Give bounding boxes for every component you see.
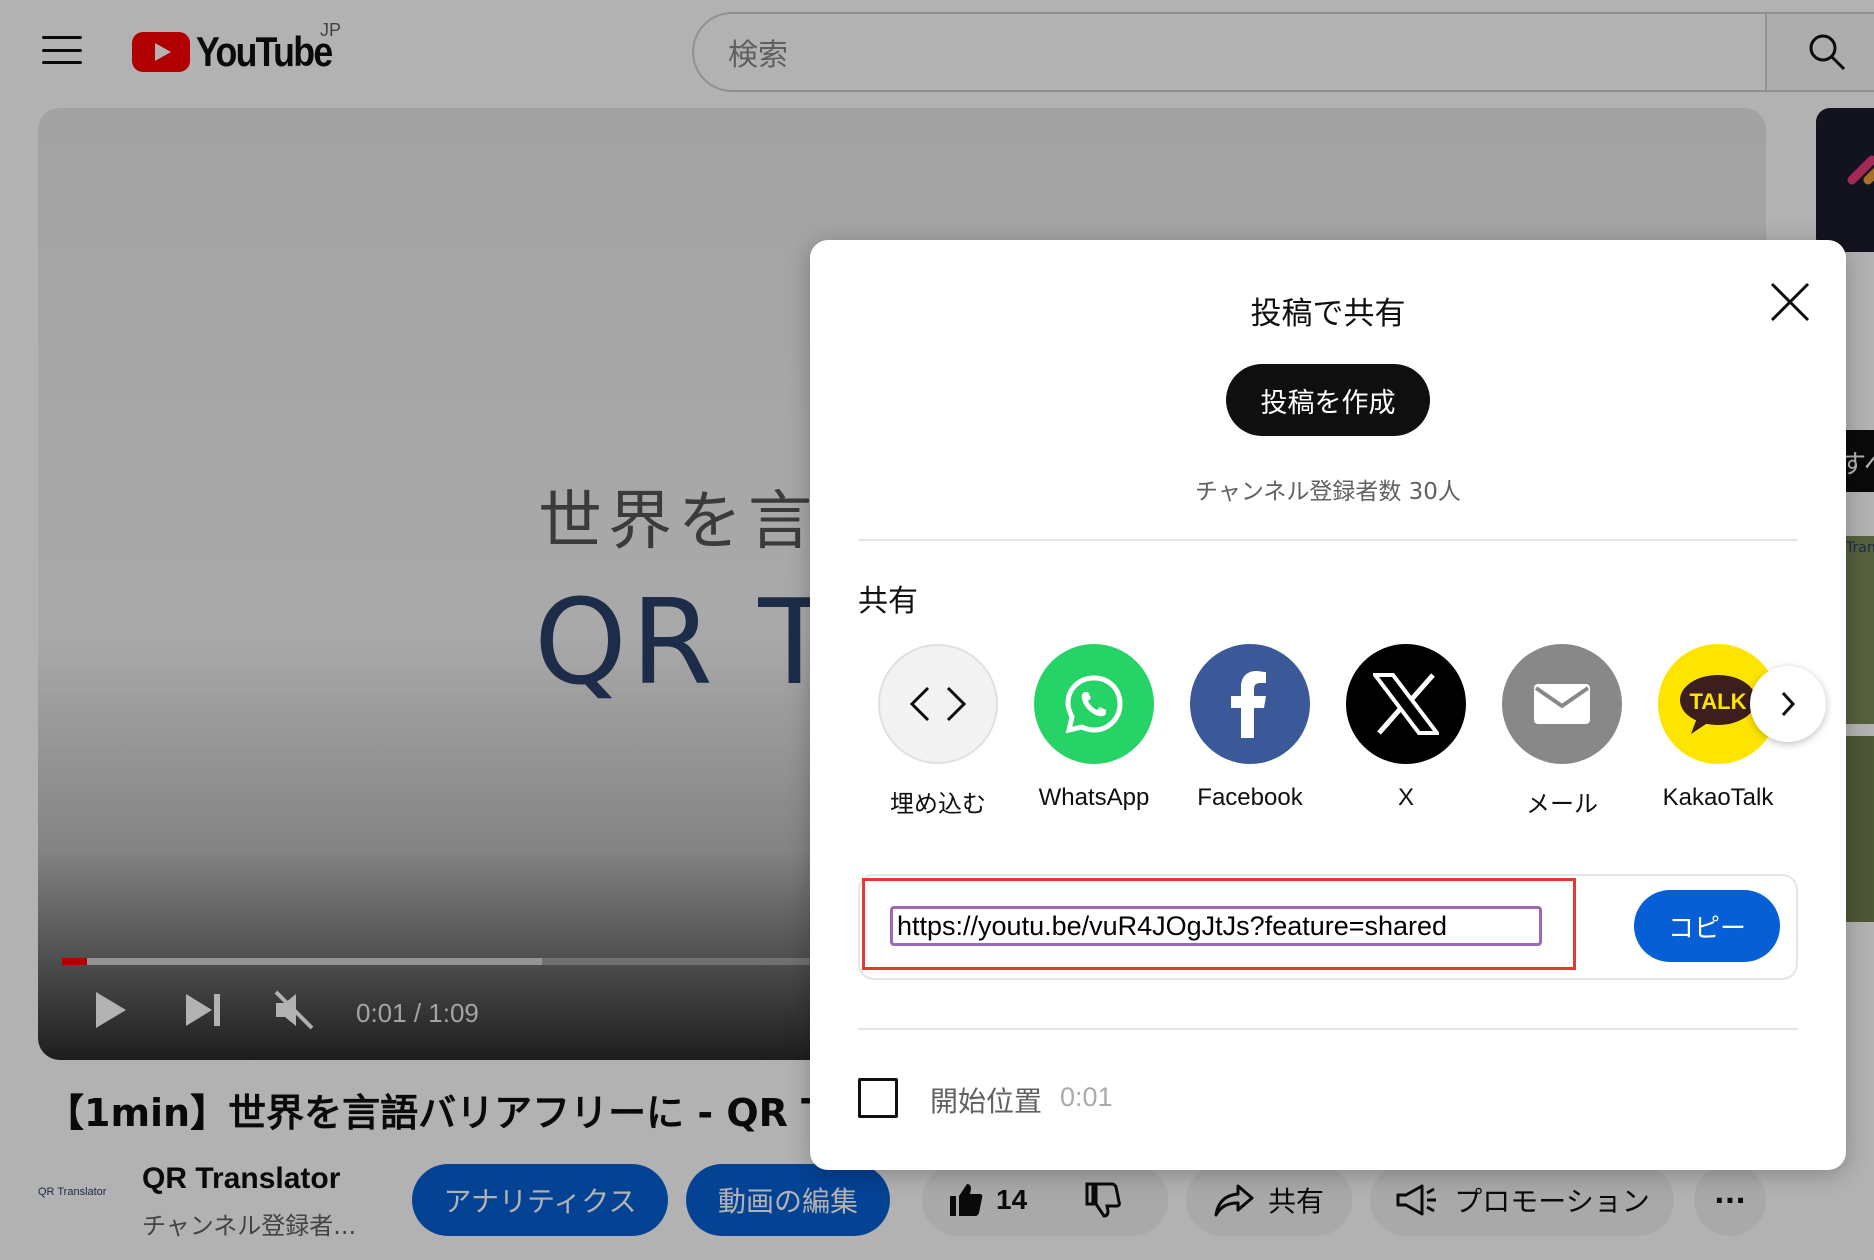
kakaotalk-icon: TALK (1680, 675, 1756, 734)
start-position-checkbox[interactable] (858, 1078, 898, 1118)
share-target-label: 埋め込む (890, 791, 986, 818)
share-heading: 共有 (858, 584, 918, 619)
share-target-x[interactable]: X (1336, 644, 1476, 812)
create-post-button[interactable]: 投稿を作成 (1226, 364, 1430, 436)
create-post-label: 投稿を作成 (1260, 387, 1396, 419)
start-position-time: 0:01 (1060, 1082, 1113, 1112)
subscriber-count: チャンネル登録者数 30人 (1195, 479, 1461, 505)
facebook-circle (1190, 644, 1310, 764)
mail-circle (1502, 644, 1622, 764)
mail-icon (1534, 684, 1590, 724)
share-target-label: X (1397, 784, 1414, 811)
whatsapp-icon (1065, 675, 1123, 734)
facebook-icon (1231, 671, 1266, 738)
chevron-right-icon (1781, 691, 1796, 717)
share-url-input[interactable] (890, 906, 1542, 946)
embed-icon (909, 686, 967, 722)
whatsapp-circle (1034, 644, 1154, 764)
x-icon (1373, 673, 1439, 735)
share-target-embed[interactable]: 埋め込む (868, 644, 1008, 819)
share-target-label: Facebook (1197, 784, 1303, 811)
share-targets-row: 埋め込む WhatsApp Facebook X メール TALK KakaoT… (868, 644, 1778, 824)
x-circle (1346, 644, 1466, 764)
embed-circle (878, 644, 998, 764)
kakao-badge-text: TALK (1689, 689, 1746, 714)
share-target-whatsapp[interactable]: WhatsApp (1024, 644, 1164, 812)
start-position-label: 開始位置 (930, 1085, 1043, 1118)
share-target-label: KakaoTalk (1662, 784, 1774, 811)
share-targets-next-button[interactable] (1750, 666, 1826, 742)
share-target-mail[interactable]: メール (1492, 644, 1632, 819)
share-target-facebook[interactable]: Facebook (1180, 644, 1320, 812)
share-target-label: WhatsApp (1038, 784, 1150, 811)
dialog-title: 投稿で共有 (1250, 296, 1406, 332)
copy-button[interactable]: コピー (1634, 890, 1780, 962)
share-dialog: 投稿で共有 投稿を作成 チャンネル登録者数 30人 共有 埋め込む WhatsA… (810, 240, 1846, 1170)
divider-top (858, 539, 1798, 541)
divider-bottom (858, 1028, 1798, 1030)
share-target-label: メール (1526, 791, 1598, 818)
copy-button-label: コピー (1667, 913, 1746, 944)
